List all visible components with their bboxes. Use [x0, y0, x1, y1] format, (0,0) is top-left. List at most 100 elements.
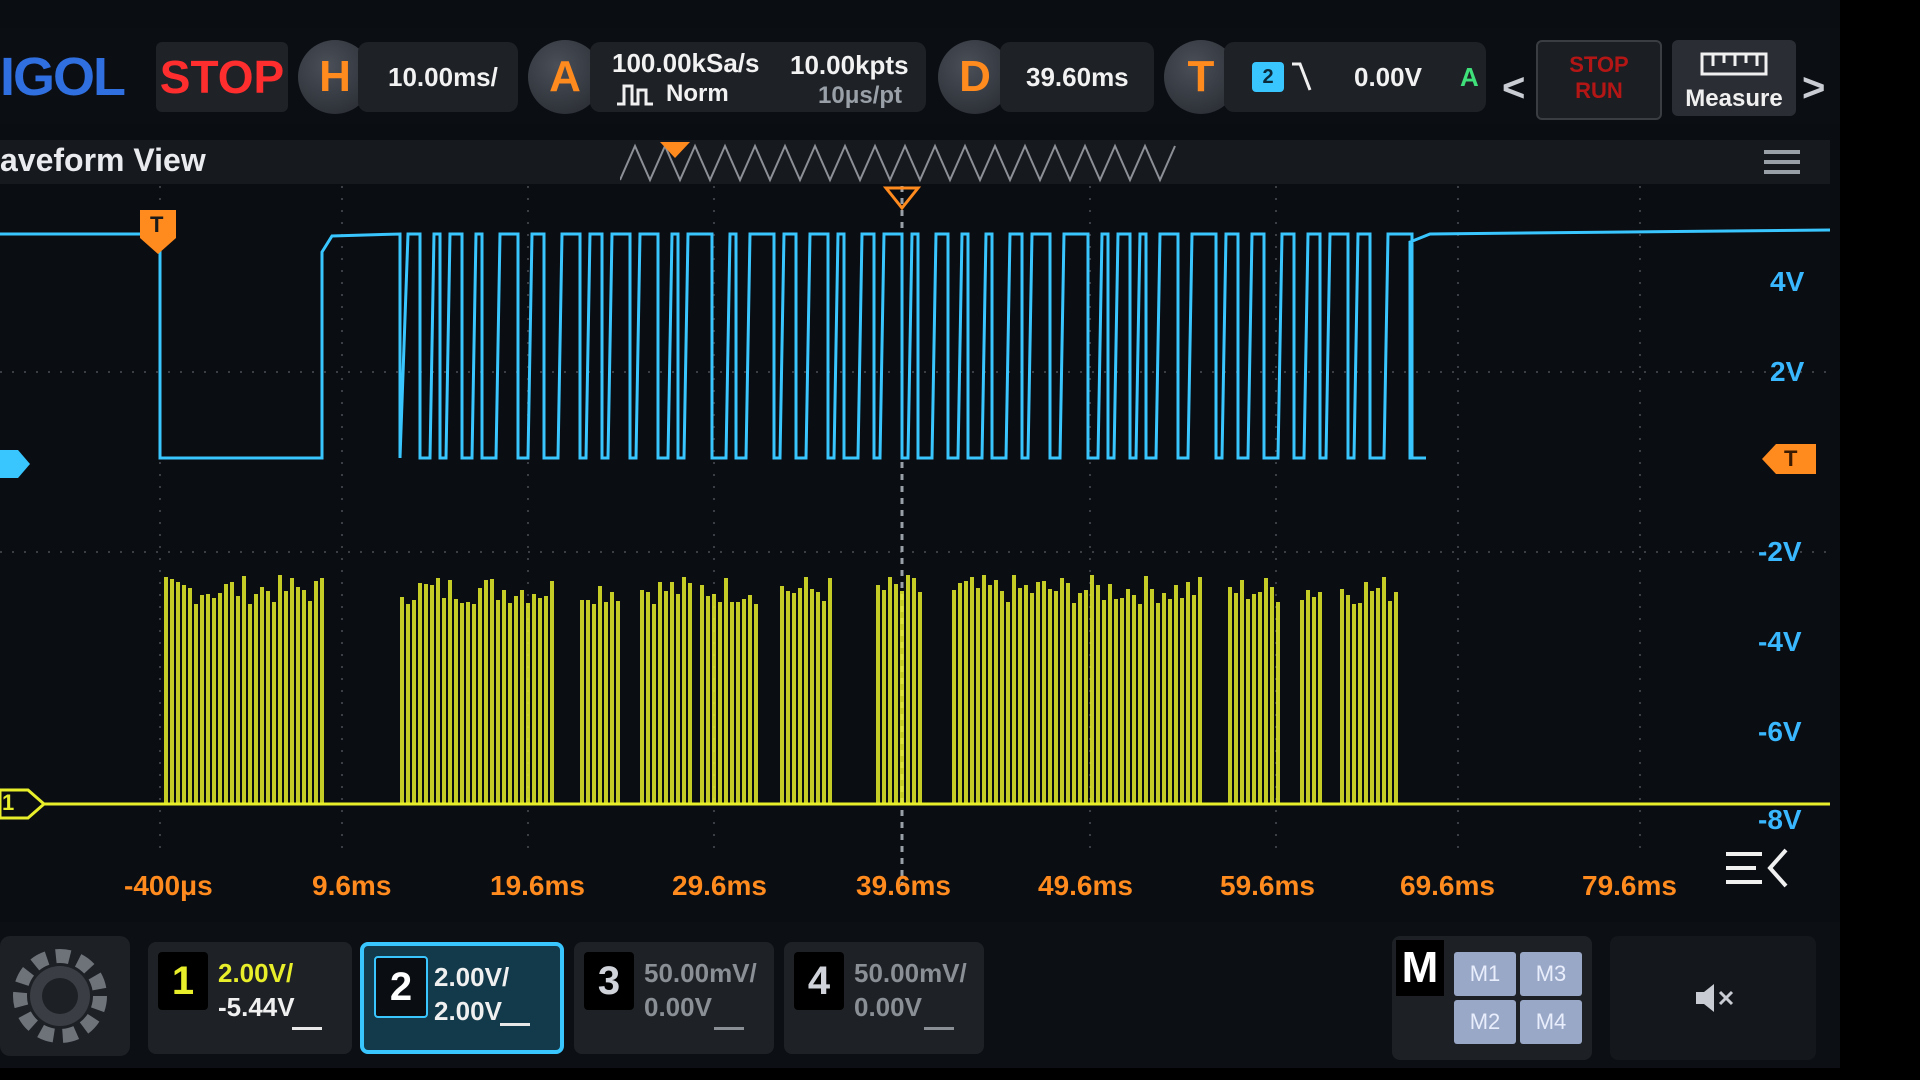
waveform-canvas	[0, 186, 1830, 888]
x-label: 19.6ms	[490, 870, 585, 901]
ch1-burst-pulse	[406, 604, 410, 804]
settings-button[interactable]	[0, 936, 130, 1056]
ch1-burst-pulse	[988, 585, 992, 804]
ch2-offset-marker[interactable]	[0, 450, 30, 478]
ch1-burst-pulse	[604, 602, 608, 804]
waveform-plot[interactable]: T 1 T 4V 2V -2V -4V -6V -8V -400μs 9.6ms…	[0, 186, 1830, 908]
ch1-burst-pulse	[550, 581, 554, 804]
memory-depth: 10.00kpts	[790, 50, 909, 80]
ch1-burst-pulse	[302, 590, 306, 804]
ch1-burst-pulse	[1018, 588, 1022, 804]
trigger-level: 0.00V	[1354, 62, 1422, 92]
acquire-mode: Norm	[666, 80, 729, 107]
ch1-burst-pulse	[544, 596, 548, 804]
math-m4-button[interactable]: M4	[1520, 1000, 1582, 1044]
acquire-display[interactable]: 100.00kSa/s 10.00kpts Norm 10μs/pt	[590, 42, 926, 112]
ch1-burst-pulse	[206, 594, 210, 804]
ch1-burst-pulse	[882, 590, 886, 804]
ch1-burst-pulse	[1072, 603, 1076, 804]
ch1-burst-pulse	[658, 582, 662, 804]
collapse-panel-icon[interactable]	[1726, 848, 1788, 888]
ch1-burst-pulse	[598, 586, 602, 804]
x-label: 39.6ms	[856, 870, 951, 901]
waveform-view-title: aveform View	[0, 142, 206, 178]
ch1-burst-pulse	[1048, 589, 1052, 804]
math-m3-button[interactable]: M3	[1520, 952, 1582, 996]
ch1-burst-pulse	[1376, 588, 1380, 804]
run-state-indicator[interactable]: STOP	[156, 42, 288, 112]
ch1-burst-pulse	[1054, 591, 1058, 804]
mute-icon	[1696, 984, 1734, 1012]
ch1-burst-pulse	[200, 595, 204, 804]
ch1-burst-pulse	[1258, 592, 1262, 804]
hamburger-menu-icon[interactable]	[1764, 150, 1800, 174]
ch1-burst-pulse	[1078, 593, 1082, 804]
ch1-burst-pulse	[1312, 597, 1316, 804]
ch1-burst-pulse	[1352, 604, 1356, 804]
dc-coupling-icon	[924, 1027, 954, 1042]
ch1-burst-pulse	[1234, 593, 1238, 804]
math-m1-button[interactable]: M1	[1454, 952, 1516, 996]
ch1-burst-pulse	[1060, 578, 1064, 804]
measure-button[interactable]: Measure	[1672, 40, 1796, 116]
ch1-burst-pulse	[526, 603, 530, 804]
ch1-burst-pulse	[278, 575, 282, 804]
toolbar-prev-arrow[interactable]: <	[1502, 68, 1525, 108]
channel-2-number: 2	[374, 956, 428, 1018]
ch1-burst-pulse	[1198, 577, 1202, 804]
channel-4-panel[interactable]: 4 50.00mV/ 0.00V	[784, 942, 984, 1054]
channel-3-panel[interactable]: 3 50.00mV/ 0.00V	[574, 942, 774, 1054]
math-m2-button[interactable]: M2	[1454, 1000, 1516, 1044]
ch1-burst-pulse	[1370, 591, 1374, 804]
overview-trigger-marker	[660, 142, 690, 158]
ch1-burst-pulse	[320, 578, 324, 804]
toolbar-next-arrow[interactable]: >	[1802, 68, 1825, 108]
ch1-burst-pulse	[508, 603, 512, 804]
ch1-burst-pulse	[822, 601, 826, 804]
ch1-burst-pulse	[1246, 599, 1250, 804]
y-label: -4V	[1758, 626, 1802, 657]
ch1-burst-pulse	[1042, 581, 1046, 804]
ch1-burst-pulse	[1132, 595, 1136, 804]
ch1-burst-pulse	[1168, 599, 1172, 804]
timebase-display[interactable]: 10.00ms/	[358, 42, 518, 112]
y-label: -8V	[1758, 804, 1802, 835]
math-button[interactable]: M	[1396, 940, 1444, 996]
ch1-burst-pulse	[1192, 595, 1196, 804]
ch2-waveform	[0, 228, 1830, 460]
oscilloscope-screen: IGOL STOP H 10.00ms/ A 100.00kSa/s 10.00…	[0, 0, 1840, 1068]
ch1-burst-pulse	[1186, 582, 1190, 804]
ch1-burst-pulse	[1382, 577, 1386, 804]
ch1-burst-pulse	[676, 594, 680, 804]
memory-overview-strip[interactable]	[620, 140, 1190, 184]
ch1-burst-pulse	[1126, 589, 1130, 804]
ch1-burst-pulse	[754, 604, 758, 804]
ch1-burst-pulse	[236, 596, 240, 804]
falling-edge-icon	[1292, 62, 1312, 91]
y-label: -2V	[1758, 536, 1802, 567]
channel-1-panel[interactable]: 1 2.00V/ -5.44V	[148, 942, 352, 1054]
delay-display[interactable]: 39.60ms	[1000, 42, 1154, 112]
channel-2-panel[interactable]: 2 2.00V/ 2.00V	[360, 942, 564, 1054]
ch1-burst-pulse	[1180, 598, 1184, 804]
ch1-burst-pulse	[496, 600, 500, 804]
ch1-burst-pulse	[466, 602, 470, 804]
top-toolbar: IGOL STOP H 10.00ms/ A 100.00kSa/s 10.00…	[0, 28, 1840, 124]
sound-button[interactable]	[1610, 936, 1816, 1060]
ch1-burst-pulse	[888, 577, 892, 804]
ch1-burst-pulse	[502, 590, 506, 804]
ch1-burst-pulse	[266, 591, 270, 804]
ch1-burst-pulse	[1388, 601, 1392, 804]
stop-run-button[interactable]: STOP RUN	[1536, 40, 1662, 120]
trigger-mode: A	[1460, 62, 1479, 92]
ch1-burst-pulse	[1162, 593, 1166, 804]
ch1-burst-pulse	[742, 599, 746, 804]
ch1-burst-pulse	[424, 584, 428, 804]
trigger-display[interactable]: 2 0.00V A	[1224, 42, 1486, 112]
ch1-burst-pulse	[418, 583, 422, 804]
ch1-burst-pulse	[1306, 590, 1310, 804]
y-label: 4V	[1770, 266, 1805, 297]
ch1-burst-pulse	[472, 604, 476, 804]
waveform-view-header: aveform View	[0, 140, 1830, 184]
ch1-burst-pulse	[430, 585, 434, 804]
